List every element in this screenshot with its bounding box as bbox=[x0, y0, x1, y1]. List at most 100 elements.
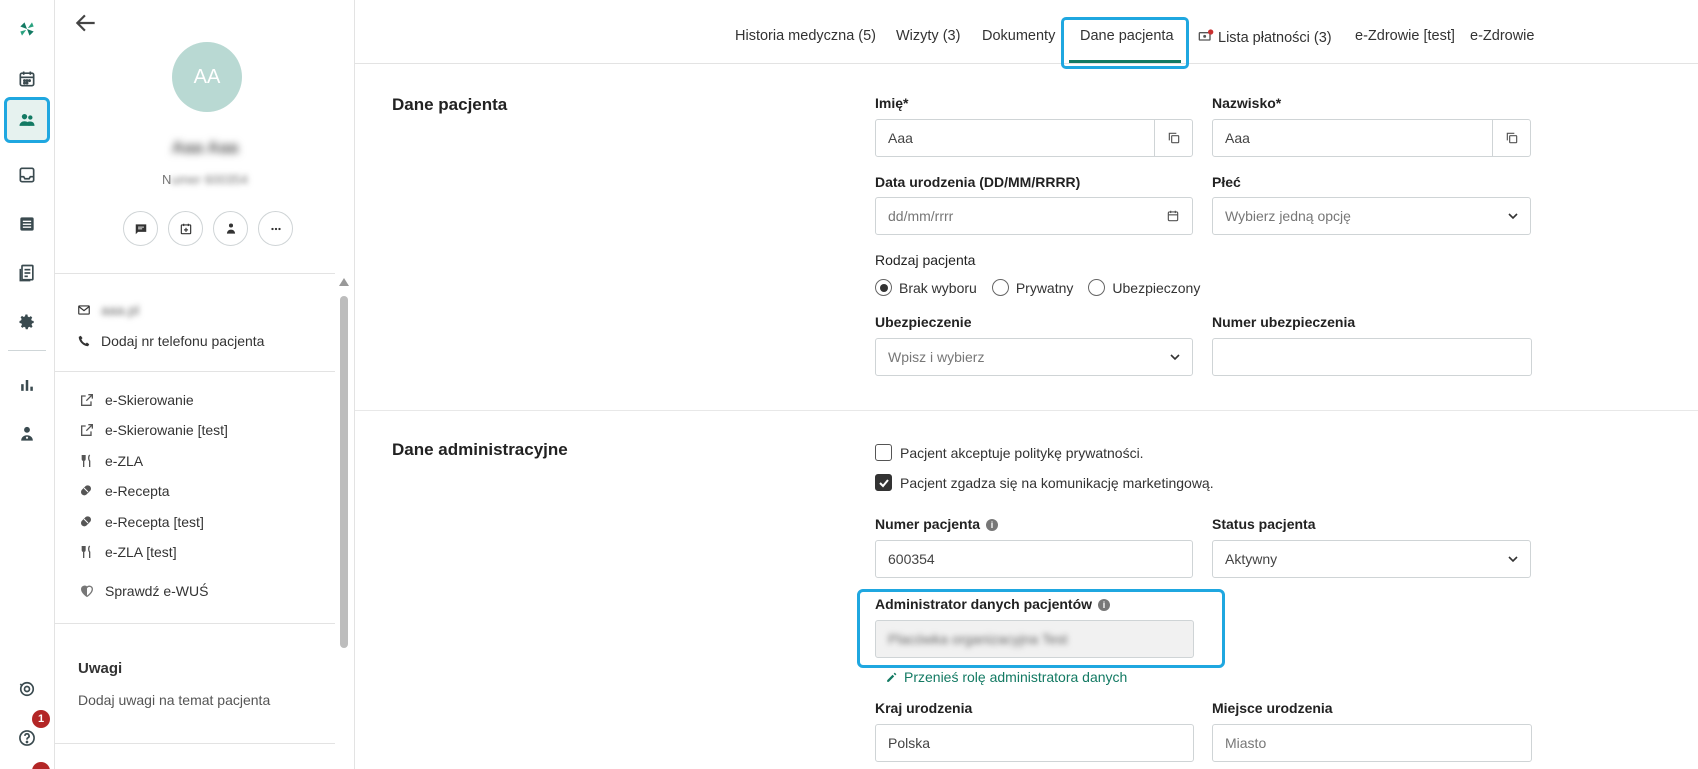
statistics-chart-icon[interactable] bbox=[14, 372, 40, 398]
add-notes-link[interactable]: Dodaj uwagi na temat pacjenta bbox=[78, 692, 270, 708]
calendar-picker-button[interactable] bbox=[1154, 198, 1192, 234]
chevron-down-icon bbox=[1508, 213, 1518, 220]
tab-visits[interactable]: Wizyty (3) bbox=[896, 28, 960, 44]
patient-type-label: Rodzaj pacjenta bbox=[875, 252, 976, 268]
radio-insured[interactable] bbox=[1088, 279, 1106, 296]
last-name-label: Nazwisko* bbox=[1212, 95, 1282, 111]
insurance-number-label: Numer ubezpieczenia bbox=[1212, 314, 1356, 330]
main-content: Historia medyczna (5) Wizyty (3) Dokumen… bbox=[355, 0, 1698, 769]
notification-badge bbox=[32, 762, 50, 769]
more-options-button[interactable] bbox=[258, 211, 293, 246]
help-icon[interactable] bbox=[14, 725, 40, 751]
patient-number-label-text: Numer pacjenta bbox=[875, 516, 981, 532]
more-dots-icon bbox=[270, 227, 281, 230]
logo-icon[interactable] bbox=[14, 16, 40, 42]
sex-select[interactable]: Wybierz jedną opcję bbox=[1212, 197, 1531, 235]
privacy-consent-checkbox[interactable] bbox=[875, 444, 892, 461]
copy-last-name-button[interactable] bbox=[1492, 120, 1530, 156]
inbox-icon[interactable] bbox=[14, 162, 40, 188]
info-icon[interactable]: i bbox=[986, 519, 999, 531]
highlight-active-tab bbox=[1061, 17, 1189, 69]
list-icon[interactable] bbox=[14, 211, 40, 237]
message-button[interactable] bbox=[123, 211, 158, 246]
checkmark-icon bbox=[878, 478, 889, 487]
patient-number: Numer 600354 bbox=[55, 172, 354, 187]
link-label: e-Skierowanie bbox=[105, 392, 194, 408]
patient-number-prefix: N bbox=[161, 172, 172, 187]
tab-e-zdrowie[interactable]: e-Zdrowie bbox=[1470, 28, 1534, 44]
tab-e-zdrowie-test[interactable]: e-Zdrowie [test] bbox=[1355, 28, 1455, 44]
dob-label: Data urodzenia (DD/MM/RRRR) bbox=[875, 174, 1081, 190]
tab-medical-history[interactable]: Historia medyczna (5) bbox=[735, 28, 876, 44]
privacy-consent-row[interactable]: Pacjent akceptuje politykę prywatności. bbox=[875, 444, 1144, 461]
radio-insured-label: Ubezpieczony bbox=[1112, 279, 1201, 296]
assign-doctor-button[interactable] bbox=[213, 211, 248, 246]
radio-private-label: Prywatny bbox=[1015, 279, 1074, 296]
link-e-recepta[interactable]: e-Recepta bbox=[79, 483, 170, 499]
first-name-field[interactable]: Aaa bbox=[875, 119, 1193, 157]
marketing-consent-row[interactable]: Pacjent zgadza się na komunikację market… bbox=[875, 474, 1214, 491]
panel-divider bbox=[55, 371, 335, 372]
message-icon bbox=[135, 223, 146, 234]
external-link-icon bbox=[81, 394, 93, 406]
back-arrow-icon[interactable] bbox=[73, 10, 99, 36]
sex-label: Płeć bbox=[1212, 174, 1241, 190]
move-admin-role-link[interactable]: Przenieś rolę administratora danych bbox=[885, 669, 1127, 685]
section-title-patient-data: Dane pacjenta bbox=[392, 95, 508, 114]
scroll-up-arrow-icon[interactable] bbox=[339, 278, 349, 286]
birth-place-input[interactable]: Miasto bbox=[1212, 724, 1532, 762]
tab-documents[interactable]: Dokumenty bbox=[982, 28, 1055, 44]
settings-gear-icon[interactable] bbox=[14, 309, 40, 335]
link-e-skierowanie-test[interactable]: e-Skierowanie [test] bbox=[79, 422, 228, 438]
insurance-label: Ubezpieczenie bbox=[875, 314, 972, 330]
insurance-select[interactable]: Wpisz i wybierz bbox=[875, 338, 1193, 376]
radio-private[interactable] bbox=[991, 279, 1009, 296]
document-icon[interactable] bbox=[14, 260, 40, 286]
patient-status-value: Aktywny bbox=[1225, 551, 1278, 567]
first-name-value: Aaa bbox=[888, 130, 913, 146]
marketing-consent-checkbox[interactable] bbox=[875, 474, 892, 491]
birth-country-label: Kraj urodzenia bbox=[875, 700, 973, 716]
patient-type-radio-group: Brak wyboru Prywatny Ubezpieczony bbox=[875, 279, 1215, 296]
birth-country-input[interactable]: Polska bbox=[875, 724, 1194, 762]
privacy-consent-label: Pacjent akceptuje politykę prywatności. bbox=[900, 444, 1144, 461]
patient-status-label: Status pacjenta bbox=[1212, 516, 1316, 532]
mail-icon bbox=[78, 305, 90, 315]
pencil-icon bbox=[887, 672, 897, 682]
panel-divider bbox=[55, 743, 335, 744]
payment-icon bbox=[1198, 29, 1214, 41]
doctor-icon[interactable] bbox=[14, 421, 40, 447]
highlight-data-admin bbox=[857, 589, 1225, 668]
patient-email[interactable]: aaa.pl bbox=[77, 302, 139, 318]
dob-field[interactable]: dd/mm/rrrr bbox=[875, 197, 1193, 235]
birth-place-placeholder: Miasto bbox=[1225, 735, 1267, 751]
link-label: e-ZLA bbox=[105, 453, 144, 469]
add-appointment-button[interactable] bbox=[168, 211, 203, 246]
add-phone-link[interactable]: Dodaj nr telefonu pacjenta bbox=[77, 333, 264, 349]
insurance-number-input[interactable] bbox=[1212, 338, 1532, 376]
birth-country-value: Polska bbox=[888, 735, 931, 751]
patient-number-rest: umer 600354 bbox=[171, 172, 248, 187]
patient-number-input[interactable]: 600354 bbox=[875, 540, 1193, 578]
check-ewus-link[interactable]: Sprawdź e-WUŚ bbox=[79, 583, 208, 599]
history-icon[interactable] bbox=[14, 676, 40, 702]
link-e-recepta-test[interactable]: e-Recepta [test] bbox=[79, 514, 204, 530]
link-label: e-Skierowanie [test] bbox=[105, 422, 228, 438]
calendar-icon[interactable] bbox=[14, 66, 40, 92]
copy-icon bbox=[1168, 132, 1179, 144]
notes-title: Uwagi bbox=[78, 660, 123, 677]
scrollbar-thumb[interactable] bbox=[340, 296, 348, 648]
panel-divider bbox=[55, 623, 335, 624]
first-name-label: Imię* bbox=[875, 95, 909, 111]
patients-icon[interactable] bbox=[4, 97, 50, 143]
link-e-zla[interactable]: e-ZLA bbox=[79, 453, 143, 469]
link-e-skierowanie[interactable]: e-Skierowanie bbox=[79, 392, 194, 408]
radio-no-choice[interactable] bbox=[875, 279, 892, 296]
copy-first-name-button[interactable] bbox=[1154, 120, 1192, 156]
patient-status-select[interactable]: Aktywny bbox=[1212, 540, 1531, 578]
last-name-field[interactable]: Aaa bbox=[1212, 119, 1531, 157]
link-e-zla-test[interactable]: e-ZLA [test] bbox=[79, 544, 177, 560]
panel-scrollbar[interactable] bbox=[339, 278, 349, 670]
tab-payment-list[interactable]: Lista płatności (3) bbox=[1198, 28, 1332, 46]
fork-knife-icon bbox=[81, 454, 91, 467]
